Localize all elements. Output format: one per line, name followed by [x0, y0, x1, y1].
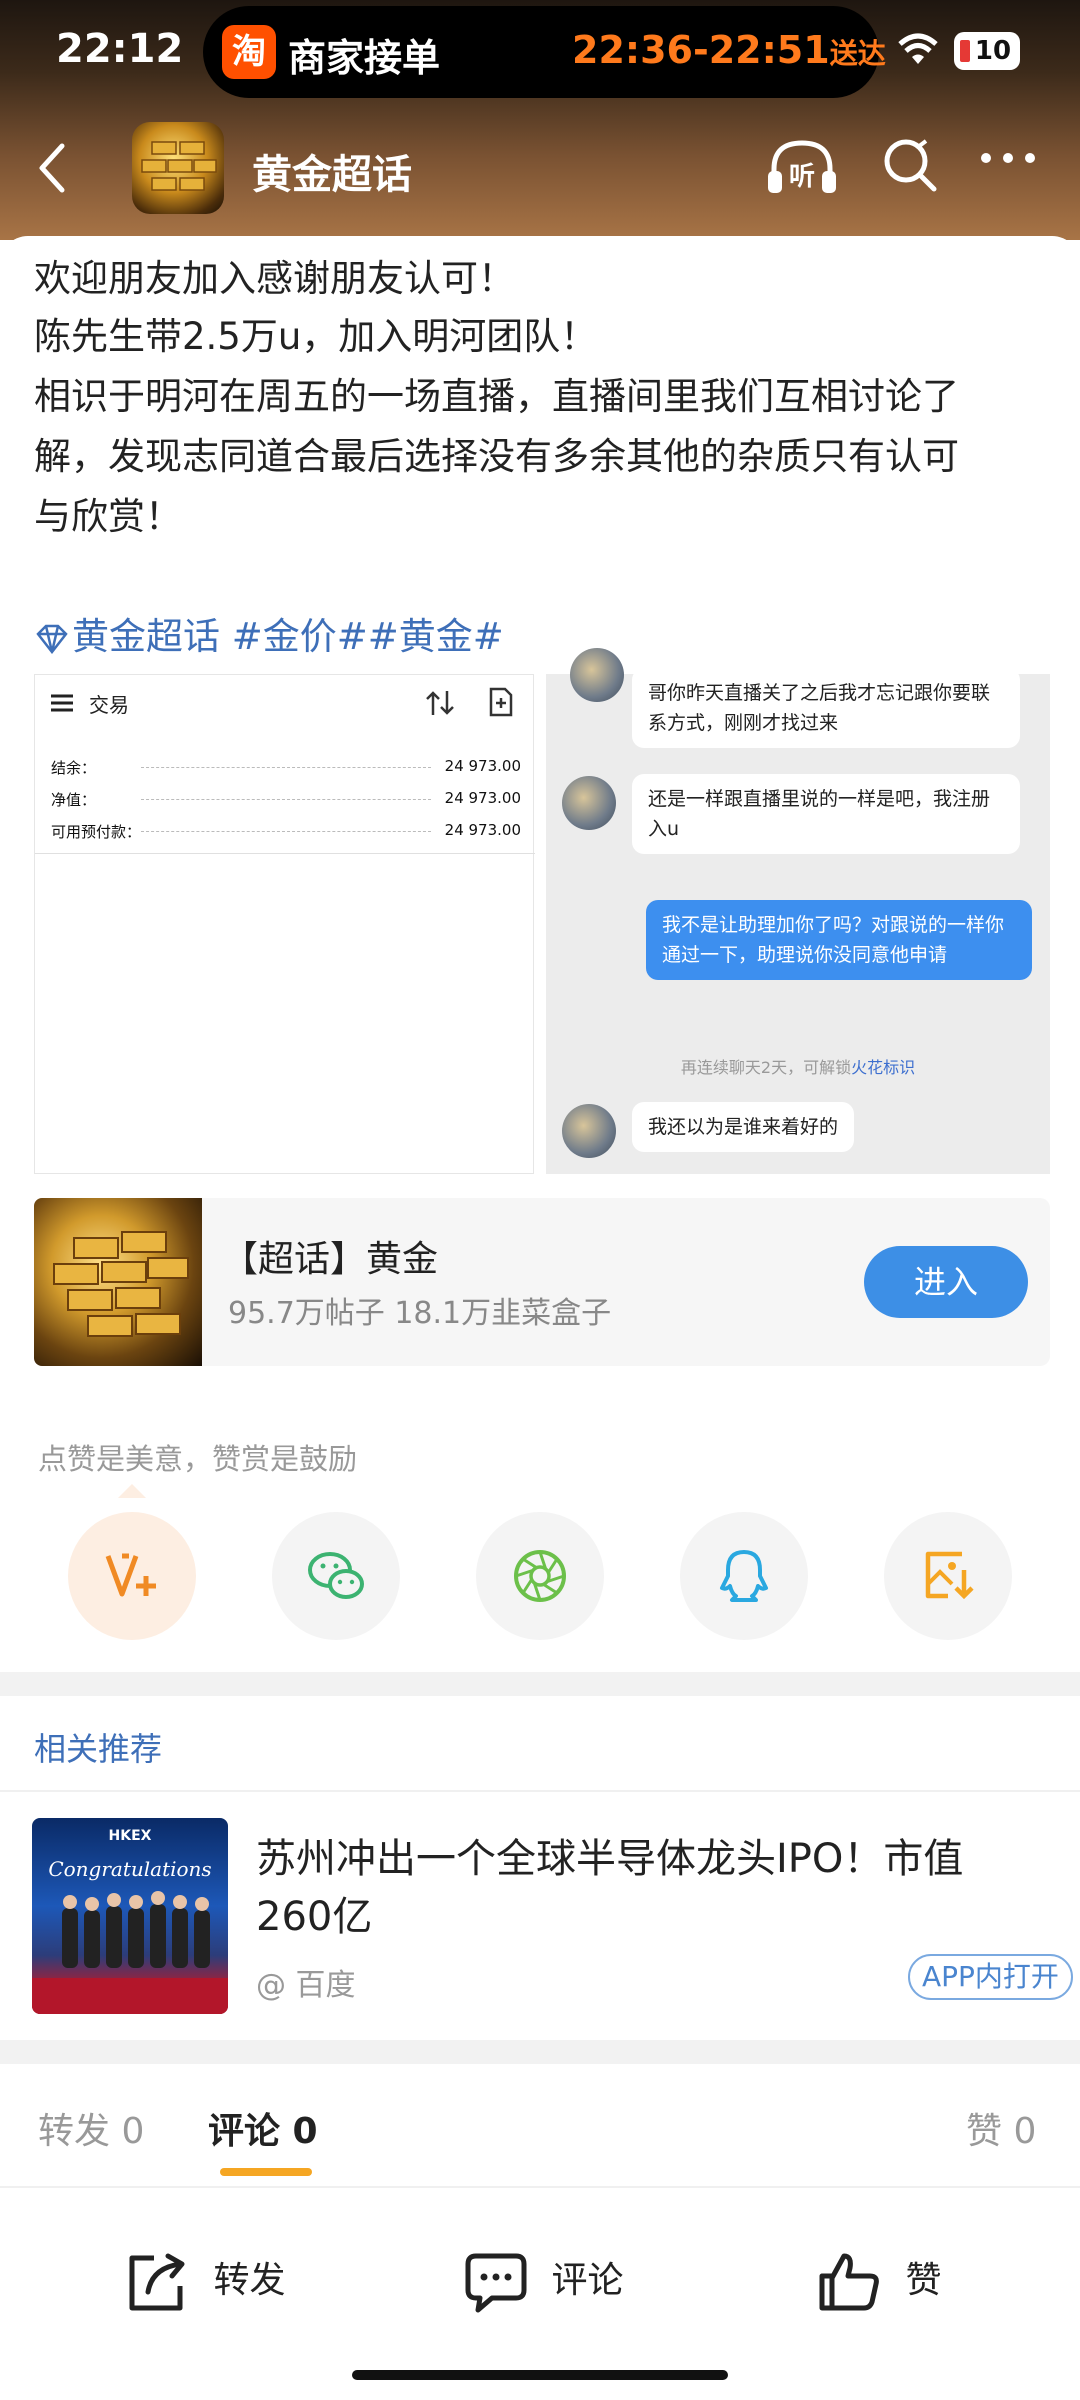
merchant-order-text: 商家接单	[288, 36, 441, 80]
qq-icon	[720, 1550, 768, 1602]
streak-notice: 再连续聊天2天，可解锁火花标识	[546, 1054, 1050, 1078]
topic-links[interactable]: 黄金超话 #金价##黄金#	[34, 606, 504, 660]
avatar	[570, 648, 624, 702]
thumbs-up-icon	[819, 2253, 879, 2311]
back-arrow-icon[interactable]	[32, 140, 72, 196]
battery-icon: 10	[954, 32, 1020, 70]
reward-prompt: 点赞是美意，赞赏是鼓励	[38, 1442, 358, 1476]
tab-forward[interactable]: 转发 0	[38, 2102, 144, 2154]
trade-title: 交易	[89, 693, 129, 717]
share-moments-button[interactable]	[476, 1512, 604, 1640]
delivery-window: 22:36-22:51	[572, 28, 830, 72]
listen-icon[interactable]: 听	[764, 135, 840, 199]
save-image-button[interactable]	[884, 1512, 1012, 1640]
like-label: 赞	[905, 2260, 942, 2301]
moments-icon	[514, 1550, 566, 1602]
hkex-banner: HKEX	[109, 1828, 152, 1844]
share-icon	[129, 2253, 185, 2311]
comment-icon	[465, 2253, 527, 2313]
post-text-line: 解，发现志同道合最后选择没有多余其他的杂质只有认可	[34, 435, 959, 478]
avatar	[562, 1104, 616, 1158]
topic-text: 黄金超话 #金价##黄金#	[72, 615, 504, 658]
wechat-icon	[308, 1552, 364, 1599]
post-text-line: 相识于明河在周五的一场直播，直播间里我们互相讨论了	[34, 375, 959, 418]
supertopic-stats: 95.7万帖子 18.1万韭菜盒子	[228, 1296, 612, 1331]
congrats-script: Congratulations	[48, 1857, 211, 1881]
chat-screenshot[interactable]: 哥你昨天直播关了之后我才忘记跟你要联系方式，刚刚才找过来 还是一样跟直播里说的一…	[546, 648, 1050, 1174]
margin-row: 可用预付款： 24 973.00	[51, 821, 521, 842]
section-divider	[0, 1672, 1080, 1696]
menu-icon	[51, 694, 73, 712]
equity-row: 净值： 24 973.00	[51, 789, 521, 810]
balance-row: 结余： 24 973.00	[51, 757, 521, 778]
page-title: 黄金超话	[252, 152, 412, 198]
active-tab-indicator	[220, 2168, 312, 2176]
post-text-line: 与欣赏！	[34, 495, 182, 538]
status-time: 22:12	[56, 26, 184, 72]
post-text-line: 陈先生带2.5万u，加入明河团队！	[34, 315, 598, 358]
news-thumbnail[interactable]: HKEX Congratulations	[32, 1818, 228, 2014]
chat-bubble: 我还以为是谁来着好的	[632, 1102, 855, 1152]
divider	[35, 853, 535, 854]
supertopic-image	[34, 1198, 202, 1366]
row-label: 可用预付款：	[51, 823, 142, 841]
add-file-icon	[489, 687, 513, 717]
forward-label: 转发	[213, 2260, 286, 2301]
row-label: 净值：	[51, 791, 97, 809]
chat-bubble: 哥你昨天直播关了之后我才忘记跟你要联系方式，刚刚才找过来	[632, 668, 1020, 748]
share-wechat-button[interactable]	[272, 1512, 400, 1640]
avatar	[562, 776, 616, 830]
comment-label: 评论	[551, 2260, 624, 2301]
home-indicator[interactable]	[352, 2370, 728, 2380]
delivery-suffix: 送达	[829, 37, 886, 70]
related-title: 相关推荐	[34, 1730, 163, 1768]
sort-icon	[426, 691, 454, 715]
news-source: @ 百度	[256, 1968, 356, 2003]
tab-like[interactable]: 赞 0	[966, 2102, 1036, 2154]
row-value: 24 973.00	[444, 757, 521, 775]
supertopic-title: 【超话】黄金	[222, 1239, 439, 1280]
notice-link: 火花标识	[851, 1058, 916, 1077]
divider	[0, 2186, 1080, 2188]
taobao-icon: 淘	[222, 25, 276, 79]
comment-button[interactable]: 评论	[462, 2250, 623, 2314]
like-button[interactable]: 赞	[816, 2250, 941, 2314]
svg-text:听: 听	[789, 162, 815, 192]
row-label: 结余：	[51, 759, 97, 777]
open-in-app-button[interactable]: APP内打开	[908, 1954, 1073, 2000]
chat-bubble-self: 我不是让助理加你了吗？对跟说的一样你通过一下，助理说你没同意他申请	[646, 900, 1032, 980]
delivery-time: 22:36-22:51送达	[572, 28, 886, 72]
reward-button[interactable]	[68, 1512, 196, 1640]
section-divider	[0, 2040, 1080, 2064]
post-text-line: 欢迎朋友加入感谢朋友认可！	[34, 257, 515, 300]
enter-button[interactable]: 进入	[864, 1246, 1028, 1318]
v-plus-icon	[105, 1553, 156, 1597]
search-icon[interactable]	[880, 135, 940, 195]
share-qq-button[interactable]	[680, 1512, 808, 1640]
divider	[0, 1790, 1080, 1792]
prompt-arrow	[118, 1484, 146, 1498]
chat-bubble: 还是一样跟直播里说的一样是吧，我注册入u	[632, 774, 1020, 854]
tab-comment[interactable]: 评论 0	[208, 2102, 318, 2154]
trading-screenshot[interactable]: 交易 结余： 24 973.00 净值： 24 973.00 可用预付款： 24 97…	[34, 674, 535, 1174]
forward-button[interactable]: 转发	[124, 2250, 285, 2314]
more-icon[interactable]	[976, 138, 1040, 178]
notice-text: 再连续聊天2天，可解锁	[680, 1058, 852, 1077]
news-title[interactable]: 苏州冲出一个全球半导体龙头IPO！市值260亿	[256, 1830, 1036, 1946]
wifi-icon	[898, 33, 938, 64]
battery-level: 10	[974, 36, 1012, 66]
row-value: 24 973.00	[444, 821, 521, 839]
diamond-icon	[36, 624, 68, 654]
row-value: 24 973.00	[444, 789, 521, 807]
supertopic-avatar[interactable]	[132, 122, 224, 214]
save-image-icon	[925, 1551, 974, 1600]
